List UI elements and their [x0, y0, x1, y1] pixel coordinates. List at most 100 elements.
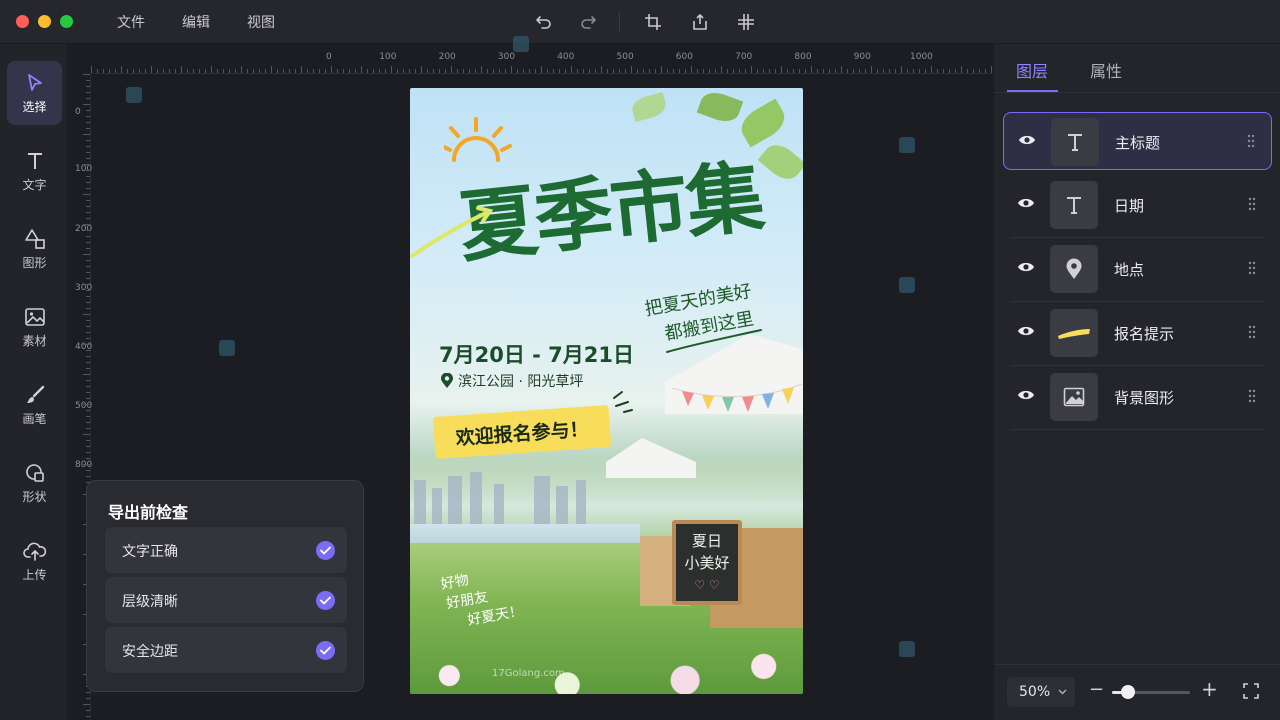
tool-select[interactable]: 选择	[7, 61, 62, 125]
layer-item-location[interactable]: 地点	[1003, 240, 1272, 302]
ruler-tick	[86, 296, 90, 297]
city-building	[470, 472, 482, 528]
tool-shapes[interactable]: 图形	[7, 217, 62, 281]
ruler-tick	[919, 69, 920, 73]
poster-signup-banner[interactable]: 欢迎报名参与！	[432, 404, 612, 460]
ruler-tick	[83, 314, 90, 315]
ruler-tick	[187, 69, 188, 73]
drag-handle-icon[interactable]	[1247, 134, 1255, 148]
ruler-tick	[83, 134, 90, 135]
eye-icon[interactable]	[1017, 260, 1035, 274]
minimize-window-button[interactable]	[38, 15, 51, 28]
export-check-panel: 导出前检查 文字正确 层级清晰 安全边距	[86, 480, 364, 692]
zoom-out-button[interactable]: −	[1089, 681, 1104, 699]
ruler-tick	[86, 290, 90, 291]
tool-assets[interactable]: 素材	[7, 295, 62, 359]
layer-item-date[interactable]: 日期	[1003, 176, 1272, 238]
layer-name: 主标题	[1115, 134, 1161, 152]
export-icon	[693, 14, 707, 30]
eye-icon[interactable]	[1017, 324, 1035, 338]
ruler-tick	[673, 69, 674, 73]
ruler-tick	[229, 69, 230, 73]
ruler-label: 700	[735, 52, 753, 62]
eye-icon[interactable]	[1017, 388, 1035, 402]
tool-upload[interactable]: 上传	[7, 529, 62, 593]
check-icon	[316, 591, 335, 610]
check-item-text[interactable]: 文字正确	[105, 527, 347, 573]
ruler-tick	[925, 69, 926, 73]
location-pin-icon	[1066, 258, 1082, 279]
ruler-tick	[943, 69, 944, 73]
ruler-tick	[817, 69, 818, 73]
ruler-label: 1000	[910, 52, 933, 62]
tool-text[interactable]: 文字	[7, 139, 62, 203]
ruler-tick	[235, 69, 236, 73]
ruler-tick	[86, 308, 90, 309]
ruler-tick	[595, 69, 596, 73]
ruler-tick	[86, 710, 90, 711]
maximize-window-button[interactable]	[60, 15, 73, 28]
eye-icon[interactable]	[1018, 133, 1036, 147]
zoom-bar: 50% − +	[994, 664, 1280, 720]
zoom-select[interactable]: 50%	[1007, 677, 1075, 707]
layer-item-signup[interactable]: 报名提示	[1003, 304, 1272, 366]
close-window-button[interactable]	[16, 15, 29, 28]
ruler-label: 200	[75, 224, 93, 234]
export-button[interactable]	[689, 11, 711, 33]
redo-button[interactable]	[577, 11, 599, 33]
ruler-tick	[181, 66, 182, 73]
ruler-tick	[86, 116, 90, 117]
ruler-tick	[86, 146, 90, 147]
drag-handle-icon[interactable]	[1248, 197, 1256, 211]
ruler-tick	[86, 218, 90, 219]
drag-handle-icon[interactable]	[1248, 389, 1256, 403]
ruler-tick	[535, 69, 536, 73]
ruler-tick	[571, 66, 572, 73]
ruler-tick	[283, 69, 284, 73]
drag-handle-icon[interactable]	[1248, 325, 1256, 339]
menu-edit[interactable]: 编辑	[182, 12, 210, 32]
check-item-margin[interactable]: 安全边距	[105, 627, 347, 673]
menu-view[interactable]: 视图	[247, 12, 275, 32]
tab-layers[interactable]: 图层	[1016, 58, 1048, 82]
image-icon	[1063, 387, 1085, 407]
fit-screen-icon[interactable]	[1243, 683, 1259, 699]
ruler-tick	[331, 66, 332, 73]
ruler-tick	[859, 69, 860, 73]
ruler-tick	[86, 698, 90, 699]
layer-thumbnail	[1051, 118, 1099, 166]
drag-handle-icon[interactable]	[1248, 261, 1256, 275]
zoom-in-button[interactable]: +	[1201, 679, 1218, 699]
align-button[interactable]	[735, 11, 757, 33]
ruler-tick	[493, 69, 494, 73]
menu-file[interactable]: 文件	[117, 12, 145, 32]
poster-location[interactable]: 滨江公园 · 阳光草坪	[440, 371, 583, 391]
poster-date[interactable]: 7月20日 - 7月21日	[439, 339, 634, 369]
eye-icon[interactable]	[1017, 196, 1035, 210]
ruler-tick	[83, 434, 90, 435]
check-item-layers[interactable]: 层级清晰	[105, 577, 347, 623]
horizontal-ruler: 0 100 200 300 400 500 600 700 800 900 1000	[91, 44, 992, 74]
ruler-tick	[643, 69, 644, 73]
ruler-tick	[115, 69, 116, 73]
zoom-slider-handle[interactable]	[1120, 685, 1135, 699]
crop-button[interactable]	[642, 11, 664, 33]
ruler-tick	[253, 69, 254, 73]
ruler-tick	[217, 69, 218, 73]
ruler-tick	[631, 66, 632, 73]
ruler-tick	[613, 69, 614, 73]
ruler-tick	[86, 398, 90, 399]
ruler-tick	[379, 69, 380, 73]
layer-item-background[interactable]: 背景图形	[1003, 368, 1272, 430]
check-item-label: 层级清晰	[122, 594, 178, 610]
ruler-tick	[385, 69, 386, 73]
tab-properties[interactable]: 属性	[1090, 58, 1122, 82]
ruler-tick	[83, 164, 90, 165]
ruler-tick	[619, 69, 620, 73]
undo-button[interactable]	[533, 11, 555, 33]
tool-brush[interactable]: 画笔	[7, 373, 62, 437]
tool-shape[interactable]: 形状	[7, 451, 62, 515]
layer-item-title[interactable]: 主标题	[1003, 112, 1272, 170]
city-building	[432, 488, 442, 528]
poster-artboard[interactable]: 夏季市集 把夏天的美好 都搬到这里 7月20日 - 7月21日 滨江公园 · 阳…	[410, 88, 803, 694]
